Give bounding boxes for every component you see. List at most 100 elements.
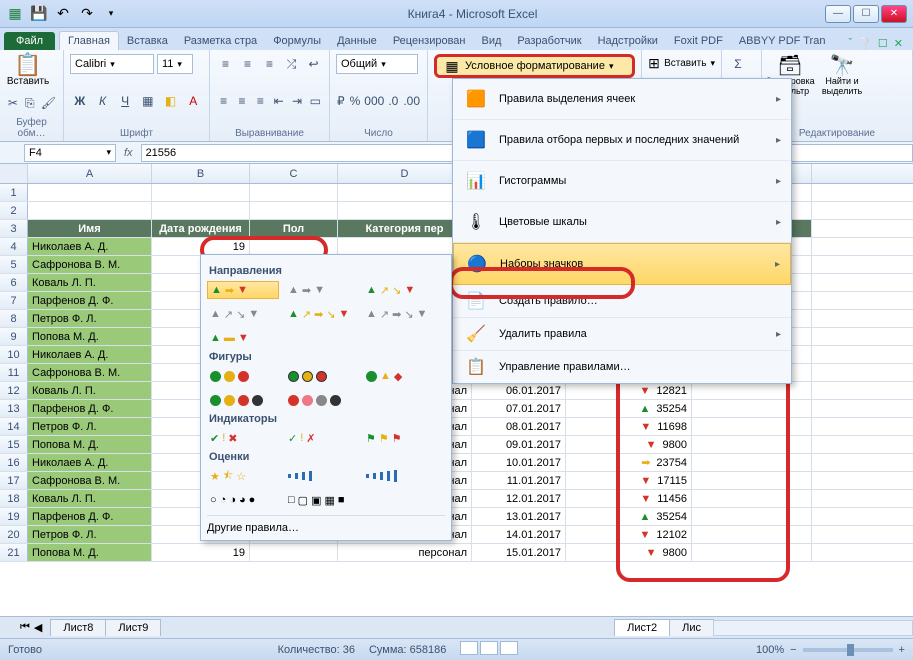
cf-color-scales[interactable]: 🌡Цветовые шкалы▸ — [453, 202, 791, 243]
iconset-3arrows-colored[interactable]: ▲➡▼ — [207, 281, 279, 299]
cell-name[interactable]: Парфенов Д. Ф. — [28, 292, 152, 309]
dec-decimal-button[interactable]: .00 — [402, 91, 421, 111]
mdi-restore-icon[interactable]: ☐ — [878, 37, 888, 50]
fill-color-button[interactable]: ◧ — [161, 91, 181, 111]
row-head[interactable]: 7 — [0, 292, 28, 309]
iconset-4traffic[interactable] — [207, 391, 279, 409]
minimize-button[interactable]: — — [825, 5, 851, 23]
row-head[interactable]: 6 — [0, 274, 28, 291]
cf-icon-sets[interactable]: 🔵Наборы значков▸ — [453, 243, 791, 285]
font-color-button[interactable]: A — [183, 91, 203, 111]
bold-button[interactable]: Ж — [70, 91, 90, 111]
iconset-3arrows-gray[interactable]: ▲➡▼ — [285, 281, 357, 299]
autosum-button[interactable]: Σ — [728, 54, 748, 74]
cell-dob[interactable]: 19 — [152, 544, 250, 561]
row-head[interactable]: 2 — [0, 202, 28, 219]
fx-icon[interactable]: fx — [124, 147, 133, 159]
iconset-redtoblack[interactable] — [285, 391, 357, 409]
cf-highlight-rules[interactable]: 🟧Правила выделения ячеек▸ — [453, 79, 791, 120]
iconset-3traffic-unrimmed[interactable] — [207, 367, 279, 385]
wrap-button[interactable]: ↩ — [304, 54, 323, 74]
cell-name[interactable]: Петров Ф. Л. — [28, 310, 152, 327]
cell-name[interactable]: Сафронова В. М. — [28, 364, 152, 381]
align-center-button[interactable]: ≡ — [234, 91, 249, 111]
indent-inc-button[interactable]: ⇥ — [289, 91, 304, 111]
cell-date[interactable]: 15.01.2017 — [472, 544, 566, 561]
iconset-5boxes[interactable]: □▢▣▦■ — [285, 491, 357, 509]
view-buttons[interactable] — [460, 641, 520, 658]
tab-developer[interactable]: Разработчик — [509, 32, 589, 50]
cell-name[interactable]: Сафронова В. М. — [28, 256, 152, 273]
cell[interactable] — [692, 490, 812, 507]
row-head[interactable]: 13 — [0, 400, 28, 417]
cell-name[interactable]: Николаев А. Д. — [28, 454, 152, 471]
save-icon[interactable]: 💾 — [30, 5, 48, 23]
iconset-3symbols-circled[interactable]: ✔!✖ — [207, 429, 279, 447]
sheet-nav-first-icon[interactable]: ⏮ — [20, 621, 30, 634]
percent-button[interactable]: % — [349, 91, 362, 111]
cf-data-bars[interactable]: 📊Гистограммы▸ — [453, 161, 791, 202]
row-head[interactable]: 4 — [0, 238, 28, 255]
cell-name[interactable]: Попова М. Д. — [28, 328, 152, 345]
col-head-c[interactable]: C — [250, 164, 338, 183]
row-head[interactable]: 17 — [0, 472, 28, 489]
sheet-nav-prev-icon[interactable]: ◀ — [34, 621, 42, 634]
cf-clear-rules[interactable]: 🧹Удалить правила▸ — [453, 318, 791, 351]
row-head[interactable]: 15 — [0, 436, 28, 453]
iconset-3symbols[interactable]: ✓!✗ — [285, 429, 357, 447]
cell-date[interactable]: 07.01.2017 — [472, 400, 566, 417]
row-head[interactable]: 3 — [0, 220, 28, 237]
col-head-b[interactable]: B — [152, 164, 250, 183]
iconset-3traffic-rimmed[interactable] — [285, 367, 357, 385]
align-top-button[interactable]: ≡ — [216, 54, 235, 74]
indent-dec-button[interactable]: ⇤ — [271, 91, 286, 111]
name-box[interactable]: F4▾ — [24, 144, 116, 162]
horizontal-scrollbar[interactable] — [713, 620, 913, 636]
iconset-5ratings-bars2[interactable] — [363, 467, 435, 485]
find-select-button[interactable]: 🔭 Найти и выделить — [820, 54, 864, 98]
cell[interactable] — [692, 472, 812, 489]
tab-insert[interactable]: Вставка — [119, 32, 176, 50]
cell-value[interactable]: ▼11456 — [566, 490, 692, 507]
cell[interactable] — [692, 382, 812, 399]
redo-icon[interactable]: ↷ — [78, 5, 96, 23]
cell-value[interactable]: ▲35254 — [566, 508, 692, 525]
row-head[interactable]: 14 — [0, 418, 28, 435]
tab-review[interactable]: Рецензирован — [385, 32, 474, 50]
insert-cells-button[interactable]: ⊞Вставить▾ — [648, 54, 715, 72]
align-left-button[interactable]: ≡ — [216, 91, 231, 111]
sheet-tab[interactable]: Лист9 — [105, 619, 161, 636]
orientation-button[interactable]: ⤮ — [282, 54, 301, 74]
ribbon-minimize-icon[interactable]: ˇ — [849, 37, 853, 50]
border-button[interactable]: ▦ — [138, 91, 158, 111]
iconset-5arrows-gray[interactable]: ▲↗➡↘▼ — [363, 305, 435, 323]
zoom-in-button[interactable]: + — [899, 644, 905, 656]
iconset-more-rules[interactable]: Другие правила… — [207, 515, 445, 534]
row-head[interactable]: 1 — [0, 184, 28, 201]
select-all-corner[interactable] — [0, 164, 28, 183]
cell[interactable] — [692, 508, 812, 525]
sheet-tab[interactable]: Лис — [669, 619, 714, 636]
cell-name[interactable]: Парфенов Д. Ф. — [28, 508, 152, 525]
cell-value[interactable]: ▼9800 — [566, 436, 692, 453]
cell[interactable] — [692, 400, 812, 417]
iconset-4arrows-colored[interactable]: ▲↗↘▼ — [363, 281, 435, 299]
currency-button[interactable]: ₽ — [336, 91, 346, 111]
tab-foxit[interactable]: Foxit PDF — [666, 32, 731, 50]
tab-formulas[interactable]: Формулы — [265, 32, 329, 50]
italic-button[interactable]: К — [93, 91, 113, 111]
iconset-5ratings-bars[interactable] — [285, 467, 357, 485]
comma-button[interactable]: 000 — [364, 91, 384, 111]
cell-date[interactable]: 12.01.2017 — [472, 490, 566, 507]
header-sex[interactable]: Пол — [250, 220, 338, 237]
cell-value[interactable]: ➡23754 — [566, 454, 692, 471]
cf-manage-rules[interactable]: 📋Управление правилами… — [453, 351, 791, 383]
cell-date[interactable]: 06.01.2017 — [472, 382, 566, 399]
row-head[interactable]: 20 — [0, 526, 28, 543]
cell[interactable] — [250, 238, 338, 255]
cell-dob[interactable]: 19 — [152, 238, 250, 255]
cell-date[interactable]: 09.01.2017 — [472, 436, 566, 453]
zoom-level[interactable]: 100% — [756, 644, 784, 656]
cell-name[interactable]: Коваль Л. П. — [28, 382, 152, 399]
cell-name[interactable]: Коваль Л. П. — [28, 274, 152, 291]
